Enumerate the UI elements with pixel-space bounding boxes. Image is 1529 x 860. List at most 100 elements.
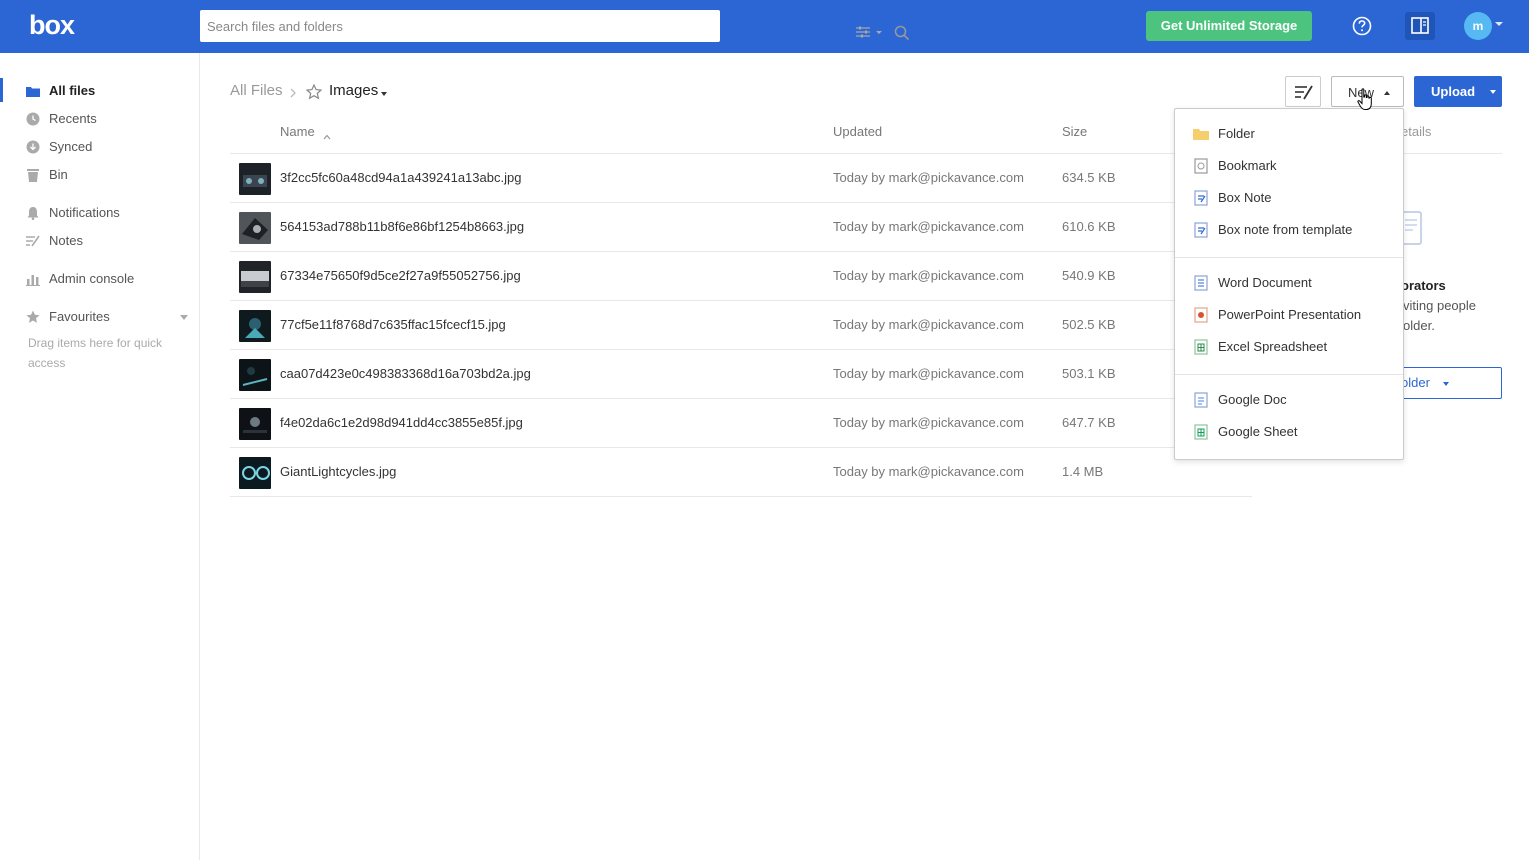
menu-item-label: Bookmark xyxy=(1218,158,1277,173)
sidebar-item-all-files[interactable]: All files xyxy=(0,78,199,102)
sidebar-item-favourites[interactable]: Favourites xyxy=(0,306,199,328)
folder-icon xyxy=(1193,126,1209,145)
sidebar-item-notes[interactable]: Notes xyxy=(0,230,199,252)
menu-item-label: Box Note xyxy=(1218,190,1272,205)
menu-item-google-sheet[interactable]: Google Sheet xyxy=(1175,418,1403,446)
search-icon[interactable] xyxy=(894,25,910,44)
menu-item-box-note[interactable]: Box Note xyxy=(1175,184,1403,212)
sidebar-item-notifications[interactable]: Notifications xyxy=(0,202,199,224)
star-icon xyxy=(26,310,40,324)
file-name[interactable]: f4e02da6c1e2d98d941dd4cc3855e85f.jpg xyxy=(280,415,523,430)
sidebar-item-admin-console[interactable]: Admin console xyxy=(0,268,199,290)
file-updated: Today by mark@pickavance.com xyxy=(833,268,1024,283)
menu-divider xyxy=(1175,257,1403,258)
caret-down-icon xyxy=(1490,90,1496,94)
file-updated: Today by mark@pickavance.com xyxy=(833,317,1024,332)
sort-ascending-icon[interactable] xyxy=(323,128,331,143)
table-row[interactable]: GiantLightcycles.jpg Today by mark@picka… xyxy=(230,448,1252,497)
google-sheet-icon xyxy=(1193,424,1209,443)
upload-button-label: Upload xyxy=(1431,84,1476,99)
file-name[interactable]: caa07d423e0c498383368d16a703bd2a.jpg xyxy=(280,366,531,381)
column-header-updated[interactable]: Updated xyxy=(833,124,882,139)
word-doc-icon xyxy=(1193,275,1209,294)
box-logo[interactable]: box xyxy=(29,10,75,41)
file-name[interactable]: 3f2cc5fc60a48cd94a1a439241a13abc.jpg xyxy=(280,170,521,185)
clock-icon xyxy=(26,112,40,126)
menu-item-google-doc[interactable]: Google Doc xyxy=(1175,386,1403,414)
table-row[interactable]: 77cf5e11f8768d7c635ffac15fcecf15.jpg Tod… xyxy=(230,301,1252,350)
favourites-drag-hint: Drag items here for quick access xyxy=(28,336,163,370)
file-updated: Today by mark@pickavance.com xyxy=(833,170,1024,185)
share-folder-label: older xyxy=(1401,375,1430,390)
search-bar[interactable] xyxy=(200,10,910,42)
table-row[interactable]: 67334e75650f9d5ce2f27a9f55052756.jpg Tod… xyxy=(230,252,1252,301)
table-row[interactable]: 564153ad788b11b8f6e86bf1254b8663.jpg Tod… xyxy=(230,203,1252,252)
details-tab[interactable]: etails xyxy=(1401,124,1431,139)
folder-icon xyxy=(26,84,40,98)
image-thumbnail xyxy=(239,261,271,293)
file-size: 610.6 KB xyxy=(1062,219,1116,234)
get-unlimited-storage-button[interactable]: Get Unlimited Storage xyxy=(1146,11,1312,41)
sidebar-item-synced[interactable]: Synced xyxy=(0,136,199,158)
caret-up-icon xyxy=(1384,91,1390,95)
google-doc-icon xyxy=(1193,392,1209,411)
sidebar-item-label: Admin console xyxy=(49,271,135,286)
menu-item-bookmark[interactable]: Bookmark xyxy=(1175,152,1403,180)
account-menu-caret-icon[interactable] xyxy=(1495,22,1503,26)
help-icon[interactable] xyxy=(1351,15,1373,40)
powerpoint-icon xyxy=(1193,307,1209,326)
table-row[interactable]: 3f2cc5fc60a48cd94a1a439241a13abc.jpg Tod… xyxy=(230,154,1252,203)
sidebar-item-label: Synced xyxy=(49,139,93,154)
menu-item-label: Google Sheet xyxy=(1218,424,1298,439)
image-thumbnail xyxy=(239,457,271,489)
breadcrumb-separator-icon xyxy=(289,86,297,101)
menu-item-label: Box note from template xyxy=(1218,222,1353,237)
image-thumbnail xyxy=(239,359,271,391)
bar-chart-icon xyxy=(26,272,40,286)
folder-options-caret-icon[interactable] xyxy=(381,92,387,96)
notes-icon xyxy=(1295,85,1313,100)
sidebar-item-label: Bin xyxy=(49,167,68,182)
sidebar-item-bin[interactable]: Bin xyxy=(0,164,199,186)
search-input[interactable] xyxy=(207,10,647,42)
menu-item-excel[interactable]: Excel Spreadsheet xyxy=(1175,333,1403,361)
file-name[interactable]: GiantLightcycles.jpg xyxy=(280,464,396,479)
column-header-name[interactable]: Name xyxy=(280,124,315,139)
menu-item-word-document[interactable]: Word Document xyxy=(1175,269,1403,297)
search-filter-icon[interactable] xyxy=(856,26,882,41)
file-name[interactable]: 564153ad788b11b8f6e86bf1254b8663.jpg xyxy=(280,219,524,234)
sidebar-item-label: Favourites xyxy=(49,309,110,324)
bell-icon xyxy=(26,206,40,221)
caret-down-icon xyxy=(1443,382,1449,386)
upload-button[interactable]: Upload xyxy=(1414,76,1502,107)
menu-item-label: PowerPoint Presentation xyxy=(1218,307,1362,322)
menu-divider xyxy=(1175,374,1403,375)
sidebar-toggle-icon[interactable] xyxy=(1405,12,1435,40)
sidebar-item-recents[interactable]: Recents xyxy=(0,108,199,130)
menu-item-powerpoint[interactable]: PowerPoint Presentation xyxy=(1175,301,1403,329)
collaborators-title: orators xyxy=(1401,278,1446,293)
breadcrumb-all-files[interactable]: All Files xyxy=(230,82,283,99)
favourite-star-icon[interactable] xyxy=(305,83,323,103)
box-note-template-icon xyxy=(1193,222,1209,241)
menu-item-folder[interactable]: Folder xyxy=(1175,120,1403,148)
sidebar-item-label: Notifications xyxy=(49,205,120,220)
collaborators-description: older. xyxy=(1403,318,1435,333)
notes-icon xyxy=(26,234,40,248)
new-note-button[interactable] xyxy=(1285,76,1321,107)
menu-item-box-note-template[interactable]: Box note from template xyxy=(1175,216,1403,244)
file-size: 540.9 KB xyxy=(1062,268,1116,283)
file-updated: Today by mark@pickavance.com xyxy=(833,415,1024,430)
user-avatar[interactable]: m xyxy=(1464,12,1492,40)
menu-item-label: Google Doc xyxy=(1218,392,1287,407)
left-sidebar: All files Recents Synced Bin Notificatio… xyxy=(0,53,200,860)
file-name[interactable]: 77cf5e11f8768d7c635ffac15fcecf15.jpg xyxy=(280,317,506,332)
box-note-icon xyxy=(1193,190,1209,209)
table-row[interactable]: caa07d423e0c498383368d16a703bd2a.jpg Tod… xyxy=(230,350,1252,399)
table-row[interactable]: f4e02da6c1e2d98d941dd4cc3855e85f.jpg Tod… xyxy=(230,399,1252,448)
file-name[interactable]: 67334e75650f9d5ce2f27a9f55052756.jpg xyxy=(280,268,521,283)
column-header-size[interactable]: Size xyxy=(1062,124,1087,139)
favourites-collapse-icon[interactable] xyxy=(180,315,188,320)
breadcrumb-current-folder[interactable]: Images xyxy=(329,82,378,99)
file-size: 1.4 MB xyxy=(1062,464,1104,479)
